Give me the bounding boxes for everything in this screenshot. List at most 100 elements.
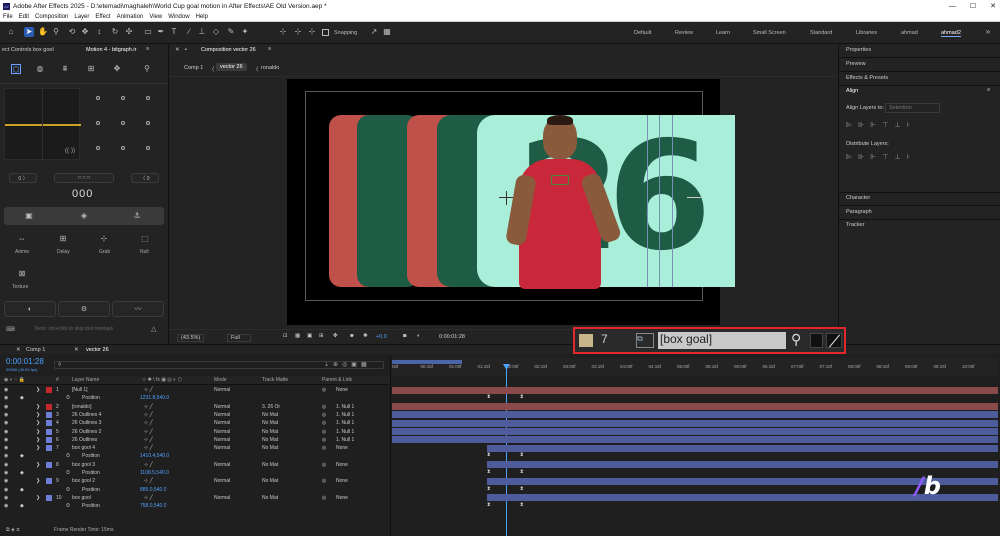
axis-world-icon[interactable]: ⊹ (293, 27, 303, 37)
workspace-ahmad[interactable]: ahmad (901, 30, 918, 36)
grab-icon[interactable]: ⊹ (99, 234, 109, 244)
dolly-camera-icon[interactable]: ↕ (94, 27, 104, 37)
exposure-value[interactable]: +0.0 (376, 334, 387, 340)
eye-icon[interactable]: ◉ (4, 461, 8, 469)
layer-track-matte[interactable]: No Mat (262, 461, 278, 469)
slider-left-button[interactable]: 0 〉 (9, 173, 37, 183)
anchor-point-mr[interactable] (146, 121, 150, 125)
layer-mode[interactable]: Normal (214, 477, 230, 485)
layer-track-matte[interactable]: No Mat (262, 444, 278, 452)
layer-parent[interactable]: 1. Null 1 (336, 436, 354, 444)
table-row[interactable]: ◉ ❯ 7 box gool 4 ⊹ ╱ Normal No Mat ◎ None (0, 444, 390, 452)
snapping-checkbox[interactable] (322, 29, 329, 36)
distribute-buttons[interactable]: ⊫⊪⊩⊤⊥⊦ (846, 153, 946, 162)
anchor-tool-icon[interactable]: ✣ (124, 27, 134, 37)
layer-mode[interactable]: Normal (214, 428, 230, 436)
layer-switches-icon[interactable]: ⊹ ╱ (144, 428, 153, 436)
eye-icon[interactable]: ◉ (4, 494, 8, 502)
move-icon[interactable]: ✥ (112, 64, 122, 74)
property-row[interactable]: 1231.8,540.0 ◉ ◆ ⏱ Position (0, 394, 390, 402)
property-value[interactable]: 1108.5,540.0 (140, 469, 169, 477)
stopwatch-icon[interactable]: ⏱ (66, 486, 70, 494)
property-value[interactable]: 1410.4,540.0 (140, 452, 169, 460)
expand-icon[interactable]: ❯ (36, 419, 40, 427)
menu-window[interactable]: Window (168, 14, 189, 20)
panel-align[interactable]: Align (846, 88, 858, 94)
layer-duration-bar[interactable] (392, 436, 998, 444)
keyframe-icon[interactable]: ⧗ (520, 502, 524, 508)
keyframe-nav-icon[interactable]: ◆ (20, 394, 24, 402)
eye-icon[interactable]: ◉ (4, 394, 8, 402)
eraser-tool-icon[interactable]: ◇ (211, 27, 221, 37)
table-row[interactable]: ◉ ❯ 6 26 Outlines ⊹ ╱ Normal No Mat ◎ 1. Null 1 (0, 436, 390, 444)
show-snapshot-icon[interactable]: ◐ (417, 333, 420, 339)
callout-switch-box[interactable] (810, 333, 823, 348)
parent-pickwhip-icon[interactable]: ◎ (322, 461, 326, 469)
anchor-point-tc[interactable] (121, 96, 125, 100)
table-row[interactable]: ◉ ❯ 10 box gool ⊹ ╱ Normal No Mat ◎ None (0, 494, 390, 502)
table-row[interactable]: ◉ ❯ 4 26 Outlines 3 ⊹ ╱ Normal No Mat ◎ 1. Null … (0, 419, 390, 427)
layer-switches-icon[interactable]: ⊹ ╱ (144, 436, 153, 444)
layer-switches-icon[interactable]: ⊹ ╱ (144, 386, 153, 394)
header-parent[interactable]: Parent & Link (322, 377, 352, 383)
align-icon-2[interactable]: ◈ (79, 211, 89, 221)
layer-duration-bar[interactable] (487, 444, 998, 452)
transparency-icon[interactable]: ▦ (295, 333, 300, 339)
property-row[interactable]: 758.0,540.0 ◉ ◆ ⏱ Position (0, 502, 390, 510)
keyframe-nav-icon[interactable]: ◆ (20, 469, 24, 477)
eye-icon[interactable]: ◉ (4, 477, 8, 485)
breadcrumb-comp1[interactable]: Comp 1 (184, 65, 203, 71)
stopwatch-icon[interactable]: ⏱ (66, 469, 70, 477)
rectangle-tool-icon[interactable]: ▭ (143, 27, 153, 37)
zoom-select[interactable]: (43.5%) (177, 334, 205, 342)
property-value[interactable]: 758.0,540.0 (140, 502, 166, 510)
layer-parent[interactable]: None (336, 494, 348, 502)
home-icon[interactable]: ⌂ (6, 27, 16, 37)
layer-label-color[interactable] (46, 428, 52, 435)
region-icon[interactable]: ⊡ (283, 333, 288, 339)
layer-switches-icon[interactable]: ⊹ ╱ (144, 461, 153, 469)
menu-animation[interactable]: Animation (117, 14, 144, 20)
slider-center-button[interactable]: □ ○ □ (54, 173, 114, 183)
workspace-standard[interactable]: Standard (810, 30, 832, 36)
layer-name[interactable]: 26 Outlines (72, 436, 97, 444)
snap-grid-icon[interactable]: ▦ (382, 27, 392, 37)
breadcrumb-vector26[interactable]: vector 26 (216, 63, 247, 71)
expand-icon[interactable]: ❯ (36, 411, 40, 419)
eye-icon[interactable]: ◉ (4, 436, 8, 444)
layer-duration-bar[interactable] (392, 411, 998, 419)
expand-icon[interactable]: ❯ (36, 494, 40, 502)
lock-icon[interactable]: ▪ (185, 47, 187, 53)
bottom-button-2[interactable]: ⚙ (58, 301, 110, 317)
color-mgmt-icon[interactable]: ☻ (349, 333, 355, 339)
orbit-camera-icon[interactable]: ⟲ (67, 27, 77, 37)
layer-track-matte[interactable]: No Mat (262, 477, 278, 485)
clone-tool-icon[interactable]: ⊥ (197, 27, 207, 37)
layer-label-color[interactable] (46, 461, 52, 468)
workspace-review[interactable]: Review (675, 30, 693, 36)
close-tab-icon-2[interactable]: ✕ (74, 347, 79, 353)
layer-name[interactable]: 26 Outlines 3 (72, 419, 101, 427)
grid-icon[interactable]: ⊞ (86, 64, 96, 74)
workspace-small-screen[interactable]: Small Screen (753, 30, 786, 36)
eye-icon[interactable]: ◉ (4, 469, 8, 477)
expand-icon[interactable]: ❯ (36, 436, 40, 444)
header-layer-name[interactable]: Layer Name (72, 377, 99, 383)
layer-name[interactable]: 26 Outlines 2 (72, 428, 101, 436)
stopwatch-icon[interactable]: ⏱ (66, 452, 70, 460)
ease-icon[interactable]: ◍ (35, 64, 45, 74)
layer-mode[interactable]: Normal (214, 461, 230, 469)
layer-mode[interactable]: Normal (214, 494, 230, 502)
layer-name[interactable]: box gool 2 (72, 477, 95, 485)
parent-pickwhip-icon[interactable]: ◎ (322, 419, 326, 427)
selection-tool-icon[interactable]: ➤ (24, 27, 34, 37)
keyframe-icon[interactable]: ⧗ (520, 452, 524, 458)
stopwatch-icon[interactable]: ⏱ (66, 502, 70, 510)
parent-pickwhip-icon[interactable]: ◎ (322, 411, 326, 419)
comp-menu-icon[interactable]: ≡ (268, 46, 271, 52)
zoom-tool-icon[interactable]: ⚲ (51, 27, 61, 37)
close-tab-icon[interactable]: ✕ (16, 347, 21, 353)
resolution-select[interactable]: Full (227, 334, 251, 342)
eye-icon[interactable]: ◉ (4, 486, 8, 494)
viewer-timecode[interactable]: 0:00:01:28 (439, 334, 465, 340)
